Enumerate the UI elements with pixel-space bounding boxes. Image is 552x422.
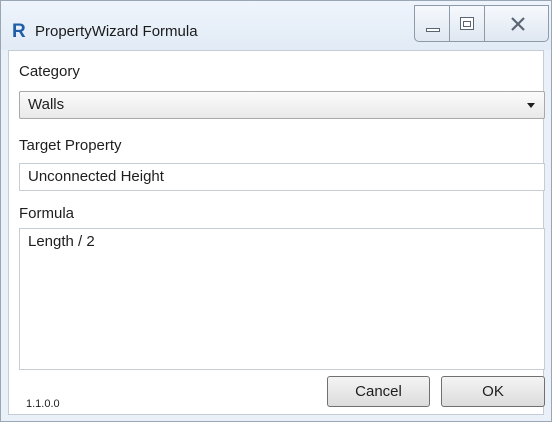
title-bar[interactable]: R PropertyWizard Formula [1, 1, 551, 50]
window-controls [414, 5, 549, 42]
formula-label: Formula [19, 205, 75, 222]
minimize-button[interactable] [414, 5, 450, 42]
chevron-down-icon [527, 103, 535, 108]
revit-app-icon: R [12, 21, 26, 42]
category-label: Category [19, 63, 80, 80]
ok-button[interactable]: OK [441, 376, 545, 407]
category-selected-value: Walls [28, 96, 65, 113]
target-property-input[interactable]: Unconnected Height [19, 163, 545, 191]
target-property-label: Target Property [19, 137, 122, 154]
maximize-button[interactable] [450, 5, 485, 42]
target-property-value: Unconnected Height [28, 168, 164, 185]
close-button[interactable] [485, 5, 549, 42]
formula-value: Length / 2 [28, 233, 95, 250]
cancel-button[interactable]: Cancel [327, 376, 430, 407]
close-icon [511, 17, 525, 31]
maximize-icon [460, 17, 474, 30]
formula-textarea[interactable]: Length / 2 [19, 228, 545, 370]
window-title: PropertyWizard Formula [35, 23, 198, 40]
minimize-icon [426, 28, 440, 32]
category-dropdown[interactable]: Walls [19, 91, 545, 119]
version-label: 1.1.0.0 [26, 398, 60, 410]
